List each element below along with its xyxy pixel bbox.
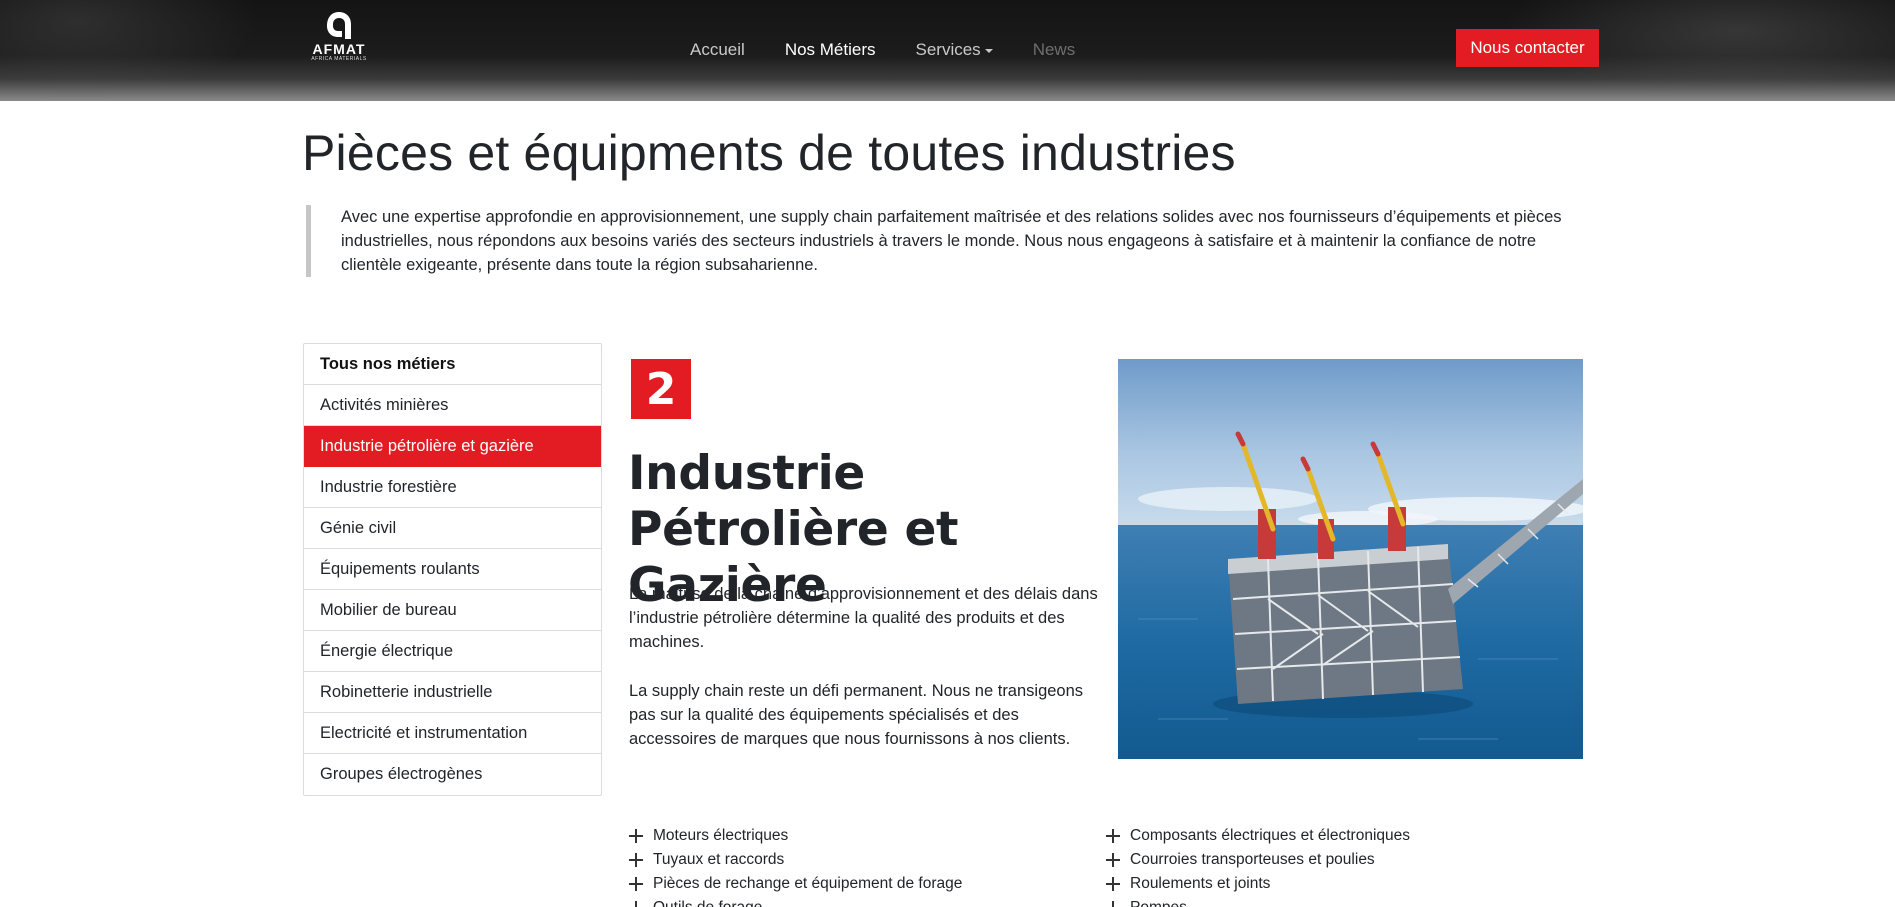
sidebar-item-mobilier-de-bureau[interactable]: Mobilier de bureau: [304, 590, 601, 631]
list-item: Courroies transporteuses et poulies: [1106, 848, 1410, 872]
sidebar-item-equipements-roulants[interactable]: Équipements roulants: [304, 549, 601, 590]
intro-blockquote: Avec une expertise approfondie en approv…: [306, 205, 1588, 277]
nav-news[interactable]: News: [1033, 40, 1076, 60]
nav-nos-metiers[interactable]: Nos Métiers: [785, 40, 876, 60]
sidebar-item-industrie-petroliere[interactable]: Industrie pétrolière et gazière: [304, 426, 601, 467]
sidebar-item-robinetterie-industrielle[interactable]: Robinetterie industrielle: [304, 672, 601, 713]
plus-icon: [1106, 853, 1120, 867]
list-item: Pompes: [1106, 896, 1410, 907]
plus-icon: [1106, 829, 1120, 843]
list-item: Roulements et joints: [1106, 872, 1410, 896]
caret-down-icon: [984, 49, 993, 53]
contact-button[interactable]: Nous contacter: [1456, 29, 1599, 67]
plus-icon: [629, 829, 643, 843]
header-background-glow: [0, 0, 260, 101]
afmat-logo-icon: [327, 12, 351, 39]
offshore-platform-illustration: [1118, 359, 1583, 759]
site-logo[interactable]: AFMAT AFRICA MATERIALS: [302, 8, 376, 66]
list-item: Tuyaux et raccords: [629, 848, 962, 872]
nav-accueil[interactable]: Accueil: [690, 40, 745, 60]
sidebar-item-tous-nos-metiers[interactable]: Tous nos métiers: [304, 344, 601, 385]
intro-text: Avec une expertise approfondie en approv…: [341, 208, 1562, 274]
sidebar-item-activites-minieres[interactable]: Activités minières: [304, 385, 601, 426]
plus-icon: [629, 853, 643, 867]
section-number-badge: 2: [631, 359, 691, 419]
sidebar-item-electricite-instrumentation[interactable]: Electricité et instrumentation: [304, 713, 601, 754]
plus-icon: [629, 877, 643, 891]
list-item: Composants électriques et électroniques: [1106, 824, 1410, 848]
plus-icon: [629, 901, 643, 907]
main-nav: Accueil Nos Métiers Services News: [690, 38, 1115, 62]
section-paragraph-2: La supply chain reste un défi permanent.…: [629, 682, 1084, 748]
logo-name: AFMAT: [312, 41, 366, 57]
equipment-list-right: Composants électriques et électroniques …: [1106, 824, 1410, 907]
list-item: Outils de forage: [629, 896, 962, 907]
page-title: Pièces et équipments de toutes industrie…: [302, 125, 1236, 181]
plus-icon: [1106, 877, 1120, 891]
nav-services-label: Services: [915, 40, 981, 59]
list-item: Moteurs électriques: [629, 824, 962, 848]
metiers-sidebar: Tous nos métiers Activités minières Indu…: [303, 343, 602, 796]
sidebar-item-industrie-forestiere[interactable]: Industrie forestière: [304, 467, 601, 508]
offshore-platform-image: [1118, 359, 1583, 759]
nav-services[interactable]: Services: [916, 40, 993, 60]
site-header: AFMAT AFRICA MATERIALS Accueil Nos Métie…: [0, 0, 1895, 101]
equipment-list-left: Moteurs électriques Tuyaux et raccords P…: [629, 824, 962, 907]
logo-tagline: AFRICA MATERIALS: [311, 56, 367, 62]
section-paragraph-1: La maitrise de la chaine d’approvisionne…: [629, 585, 1098, 651]
sidebar-item-energie-electrique[interactable]: Énergie électrique: [304, 631, 601, 672]
plus-icon: [1106, 901, 1120, 907]
list-item: Pièces de rechange et équipement de fora…: [629, 872, 962, 896]
sidebar-item-genie-civil[interactable]: Génie civil: [304, 508, 601, 549]
sidebar-item-groupes-electrogenes[interactable]: Groupes électrogènes: [304, 754, 601, 795]
